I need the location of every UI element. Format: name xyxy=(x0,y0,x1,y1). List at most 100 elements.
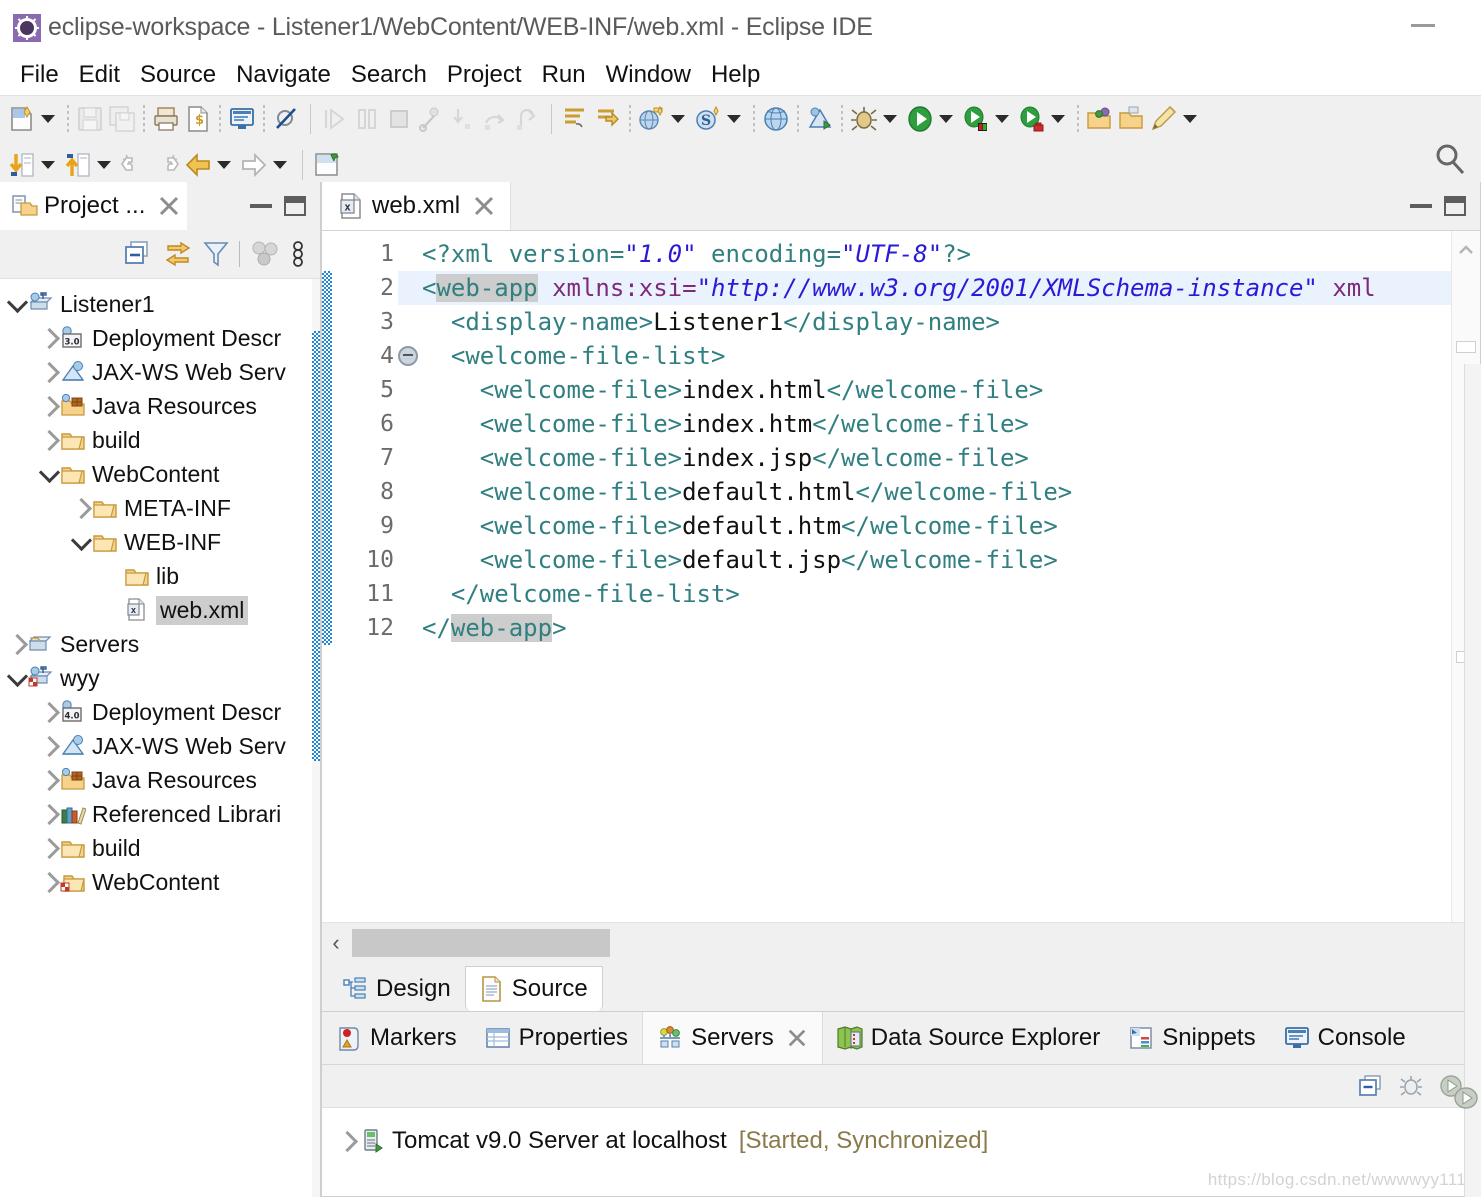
tree-item-build[interactable]: build xyxy=(0,831,320,865)
tab-project-explorer[interactable]: Project ... xyxy=(0,182,188,230)
toolbar-new-server-button[interactable]: S xyxy=(694,105,722,133)
collapse-all-icon[interactable] xyxy=(123,240,153,268)
debug-bug-icon[interactable] xyxy=(1398,1074,1424,1098)
chevron-right-icon[interactable] xyxy=(38,769,60,791)
toolbar-new-wizard-button[interactable] xyxy=(8,105,36,133)
chevron-right-icon[interactable] xyxy=(70,497,92,519)
chevron-down-icon[interactable] xyxy=(6,665,28,687)
toolbar-last-edit-location-button[interactable] xyxy=(120,151,148,179)
menu-edit[interactable]: Edit xyxy=(69,61,130,89)
tab-markers[interactable]: Markers xyxy=(322,1012,471,1064)
start-play-icon[interactable] xyxy=(1453,1085,1479,1111)
tree-item-java-resources[interactable]: Java Resources xyxy=(0,763,320,797)
chevron-down-icon[interactable] xyxy=(727,115,741,123)
chevron-right-icon[interactable] xyxy=(38,395,60,417)
tree-item-deployment-descr[interactable]: 3.0 Deployment Descr xyxy=(0,321,320,355)
menu-search[interactable]: Search xyxy=(341,61,437,89)
tree-item-lib[interactable]: lib xyxy=(0,559,320,593)
servers-view-body[interactable]: Tomcat v9.0 Server at localhost [Started,… xyxy=(322,1108,1480,1196)
tree-item-web-inf[interactable]: WEB-INF xyxy=(0,525,320,559)
chevron-down-icon[interactable] xyxy=(1051,115,1065,123)
link-editor-icon[interactable] xyxy=(163,240,193,268)
code-line[interactable]: <welcome-file>index.htm</welcome-file> xyxy=(398,407,1451,441)
search-icon[interactable] xyxy=(1433,142,1467,176)
code-line[interactable]: </web-app> xyxy=(398,611,1451,645)
scrollbar-thumb[interactable] xyxy=(352,929,610,957)
menu-source[interactable]: Source xyxy=(130,61,226,89)
tab-console[interactable]: Console xyxy=(1270,1012,1420,1064)
toolbar-new-jsp-file-button[interactable] xyxy=(313,151,341,179)
minimize-icon[interactable] xyxy=(250,204,272,208)
toolbar-run-ant-button[interactable] xyxy=(806,105,834,133)
chevron-down-icon[interactable] xyxy=(6,291,28,313)
maximize-icon[interactable] xyxy=(284,196,306,216)
chevron-down-icon[interactable] xyxy=(38,461,60,483)
toolbar-new-java-class-button[interactable] xyxy=(562,105,590,133)
chevron-up-icon[interactable] xyxy=(1458,245,1473,254)
menu-project[interactable]: Project xyxy=(437,61,532,89)
tab-source[interactable]: Source xyxy=(464,966,603,1011)
code-line[interactable]: <welcome-file>index.html</welcome-file> xyxy=(398,373,1451,407)
chevron-down-icon[interactable] xyxy=(1183,115,1197,123)
chevron-down-icon[interactable] xyxy=(939,115,953,123)
code-line[interactable]: <web-app xmlns:xsi="http://www.w3.org/20… xyxy=(398,271,1451,305)
code-line[interactable]: <?xml version="1.0" encoding="UTF-8"?> xyxy=(398,237,1451,271)
toolbar-open-type-button[interactable] xyxy=(1086,105,1114,133)
tab-data-source-explorer[interactable]: Data Source Explorer xyxy=(823,1012,1114,1064)
chevron-down-icon[interactable] xyxy=(883,115,897,123)
tree-scrollbar-thumb[interactable] xyxy=(312,331,320,761)
tree-item-java-resources[interactable]: Java Resources xyxy=(0,389,320,423)
maximize-icon[interactable] xyxy=(1444,196,1466,216)
tree-item-servers[interactable]: Servers xyxy=(0,627,320,661)
tree-scrollbar[interactable] xyxy=(312,279,320,1197)
tree-item-jax-ws-web-serv[interactable]: JAX-WS Web Serv xyxy=(0,729,320,763)
tab-snippets[interactable]: Snippets xyxy=(1114,1012,1269,1064)
chevron-down-icon[interactable] xyxy=(97,161,111,169)
toolbar-new-dynamic-web-project-button[interactable] xyxy=(638,105,666,133)
toolbar-open-console-button[interactable] xyxy=(228,105,256,133)
tree-item-listener1[interactable]: Listener1 xyxy=(0,287,320,321)
tab-web-xml[interactable]: x web.xml xyxy=(322,182,512,230)
tab-servers[interactable]: Servers xyxy=(642,1012,823,1064)
chevron-right-icon[interactable] xyxy=(38,361,60,383)
overview-marker[interactable] xyxy=(1456,341,1476,353)
toolbar-forward-button[interactable] xyxy=(240,151,268,179)
code-line[interactable]: <welcome-file-list> xyxy=(398,339,1451,373)
chevron-right-icon[interactable] xyxy=(38,429,60,451)
scroll-left-arrow[interactable]: ‹ xyxy=(322,930,350,956)
chevron-right-icon[interactable] xyxy=(38,871,60,893)
close-icon[interactable] xyxy=(472,194,496,218)
chevron-down-icon[interactable] xyxy=(41,115,55,123)
tree-item-jax-ws-web-serv[interactable]: JAX-WS Web Serv xyxy=(0,355,320,389)
chevron-down-icon[interactable] xyxy=(273,161,287,169)
code-line[interactable]: <welcome-file>default.jsp</welcome-file> xyxy=(398,543,1451,577)
menu-run[interactable]: Run xyxy=(532,61,596,89)
minimize-button[interactable] xyxy=(1411,24,1435,27)
toolbar-validate-button[interactable]: $ xyxy=(184,105,212,133)
toolbar-run-external-tools-button[interactable] xyxy=(962,105,990,133)
toolbar-back-button[interactable] xyxy=(184,151,212,179)
tree-item-meta-inf[interactable]: META-INF xyxy=(0,491,320,525)
close-icon[interactable] xyxy=(786,1027,808,1049)
chevron-right-icon[interactable] xyxy=(38,701,60,723)
chevron-down-icon[interactable] xyxy=(41,161,55,169)
tree-item-webcontent[interactable]: WebContent xyxy=(0,457,320,491)
chevron-right-icon[interactable] xyxy=(38,803,60,825)
code-line[interactable]: <display-name>Listener1</display-name> xyxy=(398,305,1451,339)
editor-horizontal-scrollbar[interactable]: ‹ › xyxy=(322,922,1480,963)
minimize-icon[interactable] xyxy=(1410,204,1432,208)
chevron-down-icon[interactable] xyxy=(995,115,1009,123)
toolbar-next-annotation-button[interactable] xyxy=(8,151,36,179)
tree-item-wyy[interactable]: wyy xyxy=(0,661,320,695)
tree-item-referenced-librari[interactable]: Referenced Librari xyxy=(0,797,320,831)
toolbar-print-button[interactable] xyxy=(152,105,180,133)
chevron-right-icon[interactable] xyxy=(38,327,60,349)
close-icon[interactable] xyxy=(157,194,181,218)
toolbar-next-edit-location-button[interactable] xyxy=(152,151,180,179)
toolbar-skip-breakpoints-button[interactable] xyxy=(272,105,300,133)
menu-help[interactable]: Help xyxy=(701,61,770,89)
menu-file[interactable]: File xyxy=(10,61,69,89)
code-text-area[interactable]: <?xml version="1.0" encoding="UTF-8"?> <w… xyxy=(398,231,1451,922)
view-menu-icon[interactable] xyxy=(290,240,306,268)
tree-item-webcontent[interactable]: WebContent xyxy=(0,865,320,899)
